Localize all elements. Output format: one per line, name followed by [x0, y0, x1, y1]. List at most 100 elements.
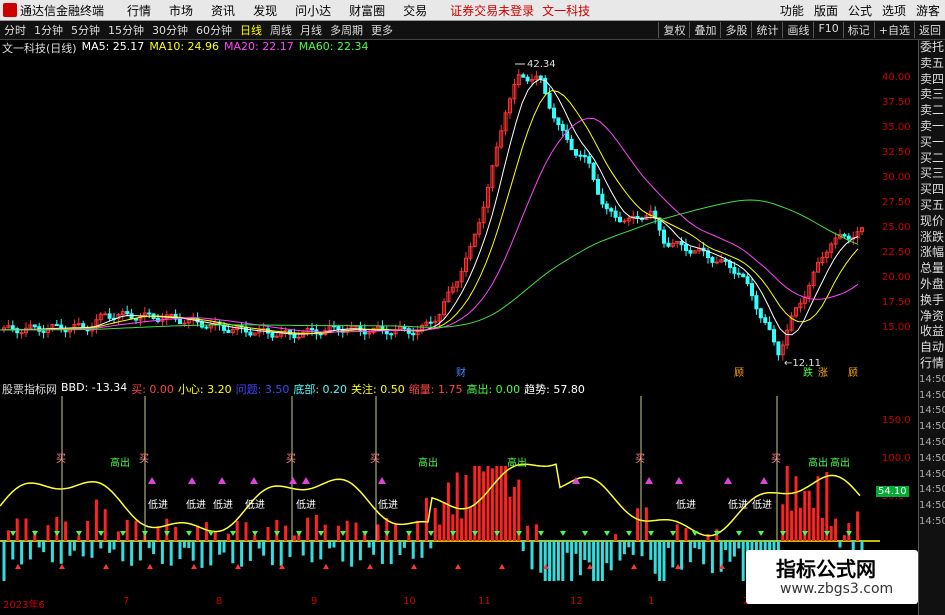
- sidebar-item[interactable]: 总量: [919, 261, 945, 277]
- bbd-bar-up: [213, 531, 217, 541]
- candle-body: [292, 333, 297, 339]
- period-15m[interactable]: 15分钟: [108, 22, 144, 38]
- candle-body: [547, 92, 552, 109]
- indicator-name[interactable]: 股票指标网: [2, 381, 57, 397]
- ma20-line: [0, 117, 859, 333]
- menu-jiaoyi[interactable]: 交易: [403, 2, 427, 19]
- sidebar-item[interactable]: 14:50: [919, 514, 945, 530]
- period-30m[interactable]: 30分钟: [152, 22, 188, 38]
- sidebar-item[interactable]: 收益: [919, 324, 945, 340]
- sidebar-item[interactable]: 14:50: [919, 498, 945, 514]
- bbd-bar-down: [574, 541, 578, 554]
- bbd-bar-down: [68, 541, 72, 556]
- period-fenshi[interactable]: 分时: [4, 22, 26, 38]
- green-arrow-icon: [406, 531, 412, 536]
- bbd-bar-down: [662, 541, 666, 581]
- candle-body: [76, 323, 81, 326]
- sidebar-item[interactable]: 净资: [919, 309, 945, 325]
- sidebar-item[interactable]: 行情: [919, 356, 945, 372]
- bbd-bar-down: [257, 541, 261, 549]
- period-multi[interactable]: 多周期: [330, 22, 363, 38]
- period-weekly[interactable]: 周线: [270, 22, 292, 38]
- sidebar-item[interactable]: 14:50: [919, 467, 945, 483]
- bbd-bar-up: [416, 520, 420, 541]
- tool-f10[interactable]: F10: [813, 22, 842, 38]
- bbd-bar-up: [292, 535, 296, 541]
- sidebar-item[interactable]: 买二: [919, 151, 945, 167]
- menu-wenxiaoda[interactable]: 问小达: [295, 2, 331, 19]
- menu-youke[interactable]: 游客: [916, 2, 940, 19]
- sidebar-item[interactable]: 委托: [919, 40, 945, 56]
- sidebar-item[interactable]: 买四: [919, 182, 945, 198]
- event-marker: 财: [456, 366, 466, 379]
- tool-huaxian[interactable]: 画线: [782, 22, 813, 38]
- purple-arrow-icon: [148, 477, 156, 484]
- bbd-bar-down: [565, 541, 569, 553]
- tool-tongji[interactable]: 统计: [751, 22, 782, 38]
- bbd-bar-down: [618, 541, 622, 561]
- sidebar-item[interactable]: 涨幅: [919, 245, 945, 261]
- sidebar-item[interactable]: 现价: [919, 214, 945, 230]
- price-tick: 32.50: [882, 147, 911, 158]
- bbd-bar-down: [600, 541, 604, 581]
- sidebar-item[interactable]: 涨跌: [919, 230, 945, 246]
- sidebar-item[interactable]: 换手: [919, 293, 945, 309]
- sidebar-item[interactable]: 买三: [919, 166, 945, 182]
- menu-faxian[interactable]: 发现: [253, 2, 277, 19]
- bbd-bar-up: [486, 466, 490, 541]
- bbd-bar-down: [737, 541, 741, 549]
- period-1m[interactable]: 1分钟: [34, 22, 63, 38]
- menu-gongshi[interactable]: 公式: [848, 2, 872, 19]
- green-arrow-icon: [758, 531, 764, 536]
- menu-caifuquan[interactable]: 财富圈: [349, 2, 385, 19]
- sidebar-item[interactable]: 卖二: [919, 103, 945, 119]
- indicator-value-1: 买: 0.00: [131, 383, 174, 396]
- period-more[interactable]: 更多: [371, 22, 393, 38]
- tool-biaoji[interactable]: 标记: [842, 22, 874, 38]
- candle-body: [200, 321, 204, 328]
- sidebar-item[interactable]: 14:50: [919, 403, 945, 419]
- period-daily[interactable]: 日线: [240, 22, 262, 38]
- sidebar-item[interactable]: 买一: [919, 135, 945, 151]
- bbd-bar-up: [825, 472, 829, 541]
- tool-zixuan[interactable]: +自选: [873, 22, 914, 38]
- sidebar-item[interactable]: 外盘: [919, 277, 945, 293]
- bbd-bar-down: [640, 541, 644, 557]
- period-5m[interactable]: 5分钟: [71, 22, 100, 38]
- bbd-bar-down: [270, 541, 274, 566]
- menu-xuanxiang[interactable]: 选项: [882, 2, 906, 19]
- menu-hangqing[interactable]: 行情: [127, 2, 151, 19]
- tool-fuquan[interactable]: 复权: [658, 22, 689, 38]
- sidebar-item[interactable]: 14:50: [919, 451, 945, 467]
- menu-gongneng[interactable]: 功能: [780, 2, 804, 19]
- candle-body: [32, 324, 37, 328]
- sidebar-item[interactable]: 14:50: [919, 388, 945, 404]
- sidebar-item[interactable]: 14:50: [919, 482, 945, 498]
- sidebar-item[interactable]: 卖一: [919, 119, 945, 135]
- candle-body: [582, 154, 587, 158]
- menu-shichang[interactable]: 市场: [169, 2, 193, 19]
- tool-diejia[interactable]: 叠加: [689, 22, 720, 38]
- bbd-bar-up: [460, 518, 464, 541]
- bbd-bar-down: [411, 541, 415, 559]
- sidebar-item[interactable]: 卖四: [919, 72, 945, 88]
- tool-fanhui[interactable]: 返回: [914, 22, 945, 38]
- sidebar-item[interactable]: 自动: [919, 340, 945, 356]
- red-arrow-icon: [191, 564, 197, 569]
- period-monthly[interactable]: 月线: [300, 22, 322, 38]
- high-price-label: 42.34: [527, 59, 556, 70]
- sidebar-item[interactable]: 买五: [919, 198, 945, 214]
- candlestick-chart[interactable]: 42.34←12.11财顾跌涨顾: [0, 55, 880, 390]
- purple-arrow-icon: [675, 477, 683, 484]
- sidebar-item[interactable]: 卖三: [919, 87, 945, 103]
- period-60m[interactable]: 60分钟: [196, 22, 232, 38]
- menu-zixun[interactable]: 资讯: [211, 2, 235, 19]
- sidebar-item[interactable]: 14:50: [919, 372, 945, 388]
- login-notice[interactable]: 证券交易未登录: [450, 2, 534, 19]
- sidebar-item[interactable]: 14:50: [919, 435, 945, 451]
- sidebar-item[interactable]: 卖五: [919, 56, 945, 72]
- menu-banmian[interactable]: 版面: [814, 2, 838, 19]
- sidebar-item[interactable]: 14:50: [919, 419, 945, 435]
- tool-duogu[interactable]: 多股: [720, 22, 751, 38]
- sell-label: 高出: [830, 456, 850, 469]
